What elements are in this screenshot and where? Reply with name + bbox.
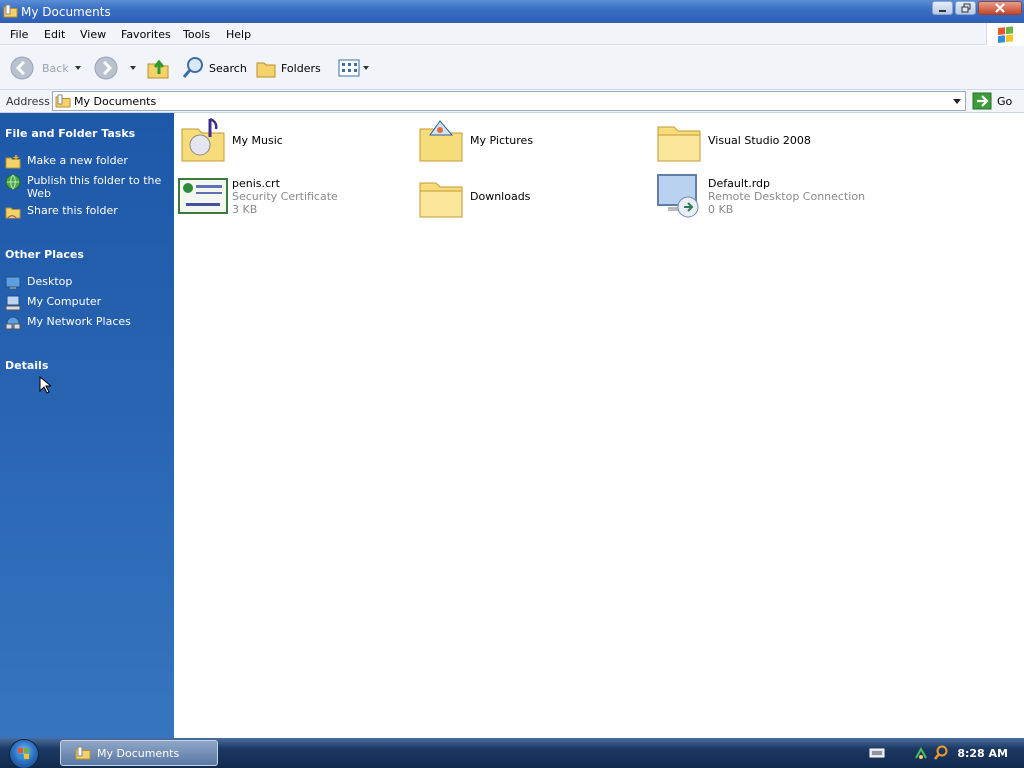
minimize-icon — [939, 9, 946, 12]
my-network-places-link[interactable]: My Network Places — [5, 315, 170, 331]
menu-help[interactable]: Help — [226, 28, 251, 41]
file-item-downloads[interactable]: Downloads — [416, 171, 530, 221]
file-name: My Pictures — [470, 133, 534, 147]
menu-bar: File Edit View Favorites Tools Help — [0, 23, 1024, 45]
desktop-icon — [5, 276, 21, 289]
desktop-link[interactable]: Desktop — [5, 275, 170, 291]
menu-tools[interactable]: Tools — [183, 28, 210, 41]
forward-button[interactable] — [94, 56, 118, 80]
file-list: My Music My Pictures Visual Studio 2008 … — [174, 113, 1024, 738]
file-name: Visual Studio 2008 — [708, 133, 811, 147]
other-places-heading[interactable]: Other Places — [5, 248, 84, 261]
network-icon[interactable] — [913, 745, 929, 761]
share-folder-link[interactable]: Share this folder — [5, 204, 170, 220]
menu-view[interactable]: View — [80, 28, 106, 41]
certificate-icon — [178, 178, 228, 214]
menu-edit[interactable]: Edit — [44, 28, 65, 41]
address-dropdown-icon[interactable] — [953, 99, 961, 104]
music-folder-icon — [181, 117, 225, 162]
back-arrow-icon — [10, 56, 34, 80]
windows-logo-icon — [18, 748, 29, 759]
folder-icon — [55, 94, 71, 111]
restore-icon — [961, 3, 970, 13]
folder-icon — [419, 182, 463, 218]
pictures-folder-icon — [419, 120, 463, 162]
file-item-penis-crt[interactable]: penis.crt Security Certificate 3 KB — [178, 171, 338, 221]
go-button[interactable]: Go — [972, 91, 1012, 111]
toolbar: Back Search Folders — [0, 46, 1024, 90]
search-icon — [182, 57, 203, 78]
views-icon — [338, 59, 360, 77]
menu-favorites[interactable]: Favorites — [121, 28, 171, 41]
search-icon[interactable] — [933, 745, 949, 761]
task-pane: File and Folder Tasks Make a new folder … — [0, 113, 174, 738]
file-type: Security Certificate — [232, 189, 338, 203]
views-dropdown-icon[interactable] — [363, 66, 369, 70]
folders-icon — [256, 62, 276, 78]
folder-icon — [3, 4, 18, 21]
mouse-cursor-icon — [39, 376, 51, 394]
views-button[interactable] — [338, 56, 360, 80]
file-item-visual-studio-2008[interactable]: Visual Studio 2008 — [654, 115, 811, 165]
file-item-default-rdp[interactable]: Default.rdp Remote Desktop Connection 0 … — [654, 171, 865, 221]
folder-icon — [75, 746, 91, 760]
address-label: Address — [6, 95, 50, 108]
computer-icon — [5, 295, 21, 311]
file-type: Remote Desktop Connection — [708, 189, 866, 203]
file-folder-tasks-heading[interactable]: File and Folder Tasks — [5, 127, 135, 140]
file-item-my-pictures[interactable]: My Pictures — [416, 115, 533, 165]
file-name: Downloads — [470, 189, 531, 203]
go-arrow-icon — [972, 92, 992, 110]
up-folder-button[interactable] — [146, 56, 170, 80]
forward-arrow-icon — [94, 56, 118, 80]
restore-button[interactable] — [955, 1, 976, 15]
details-heading[interactable]: Details — [5, 359, 48, 372]
up-folder-icon — [147, 59, 169, 79]
taskbar-button-my-documents[interactable]: My Documents — [60, 740, 218, 766]
publish-folder-link[interactable]: Publish this folder to the Web — [5, 174, 170, 200]
remote-desktop-icon — [657, 174, 699, 218]
file-item-my-music[interactable]: My Music — [178, 115, 283, 165]
windows-logo-icon — [986, 23, 1024, 45]
back-dropdown-icon[interactable] — [75, 66, 81, 70]
title-bar: My Documents — [0, 0, 1024, 23]
my-computer-link[interactable]: My Computer — [5, 295, 170, 311]
back-button[interactable]: Back — [10, 56, 69, 80]
menu-file[interactable]: File — [10, 28, 28, 41]
new-folder-icon — [5, 155, 21, 169]
network-places-icon — [5, 316, 21, 330]
minimize-button[interactable] — [932, 1, 953, 15]
address-input[interactable]: My Documents — [52, 91, 966, 111]
close-icon — [995, 3, 1005, 13]
share-folder-icon — [5, 207, 21, 219]
folder-icon — [657, 126, 701, 162]
forward-dropdown-icon[interactable] — [130, 66, 136, 70]
folders-button[interactable]: Folders — [255, 56, 321, 80]
address-value: My Documents — [74, 95, 157, 108]
clock[interactable]: 8:28 AM — [957, 747, 1008, 760]
file-name: Default.rdp — [708, 176, 770, 190]
file-size: 0 KB — [708, 202, 734, 216]
start-button[interactable] — [9, 739, 39, 768]
taskbar: My Documents 8:28 AM — [0, 738, 1024, 768]
make-new-folder-link[interactable]: Make a new folder — [5, 154, 170, 170]
search-button[interactable]: Search — [181, 56, 247, 80]
address-bar: Address My Documents Go — [0, 90, 1024, 113]
close-button[interactable] — [978, 1, 1022, 15]
file-name: My Music — [232, 133, 283, 147]
window-title: My Documents — [21, 5, 111, 19]
file-size: 3 KB — [232, 202, 258, 216]
publish-web-icon — [5, 174, 21, 190]
system-tray: 8:28 AM — [869, 738, 1024, 768]
file-name: penis.crt — [232, 176, 280, 190]
keyboard-icon[interactable] — [869, 747, 885, 759]
